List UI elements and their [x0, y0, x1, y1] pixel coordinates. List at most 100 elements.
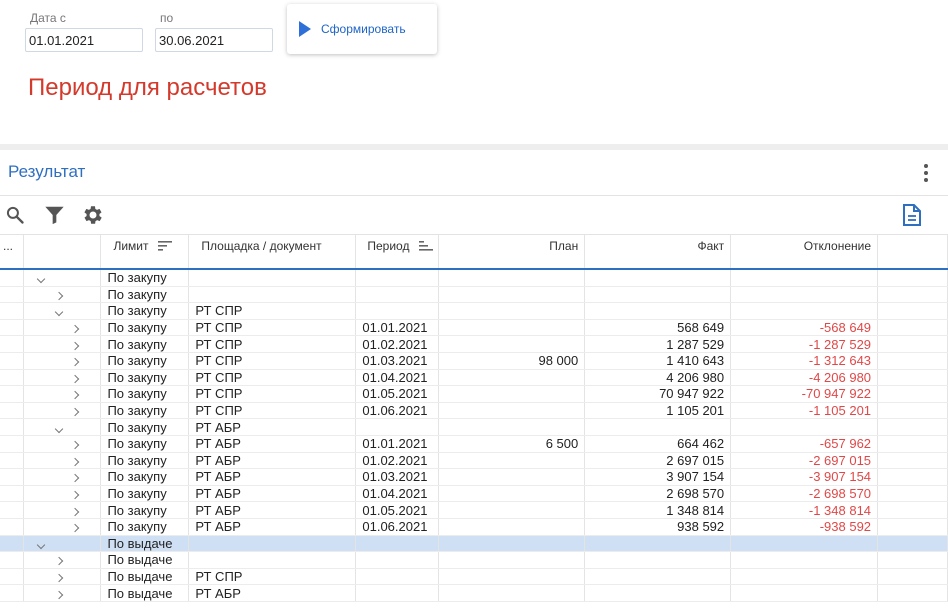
tree-toggle[interactable] [23, 286, 102, 304]
cell-plan [438, 286, 586, 304]
table-row[interactable]: По закупу РТ АБР 01.02.2021 2 697 015 -2 697… [0, 452, 948, 470]
tree-toggle[interactable] [23, 352, 102, 370]
table-row[interactable]: По закупу РТ СПР [0, 302, 948, 320]
cell-site [188, 269, 357, 287]
header-tree [23, 235, 102, 256]
more-vertical-icon[interactable] [922, 162, 930, 184]
filter-row [0, 256, 948, 270]
tree-toggle[interactable] [23, 501, 102, 519]
filter-icon[interactable] [43, 204, 66, 226]
tree-toggle[interactable] [23, 369, 102, 387]
header-deviation[interactable]: Отклонение [730, 235, 879, 256]
row-selector [0, 535, 25, 553]
tree-toggle[interactable] [23, 518, 102, 536]
tree-toggle[interactable] [23, 584, 102, 602]
table-row[interactable]: По закупу РТ СПР 01.03.2021 98 000 1 410 643… [0, 352, 948, 370]
table-row[interactable]: По выдаче [0, 551, 948, 569]
tree-toggle[interactable] [23, 535, 102, 553]
table-row[interactable]: По закупу РТ СПР 01.06.2021 1 105 201 -1 105… [0, 402, 948, 420]
cell-plan [438, 319, 586, 337]
header-period[interactable]: Период [355, 235, 440, 256]
header-filler [877, 235, 948, 256]
generate-button[interactable]: Сформировать [287, 4, 437, 54]
chevron-right-icon[interactable] [71, 374, 80, 384]
tree-toggle[interactable] [23, 319, 102, 337]
chevron-right-icon[interactable] [71, 407, 80, 417]
chevron-down-icon[interactable] [37, 540, 46, 550]
chevron-right-icon[interactable] [71, 391, 80, 400]
tree-toggle[interactable] [23, 435, 102, 453]
chevron-right-icon[interactable] [71, 507, 80, 516]
gear-icon[interactable] [80, 203, 104, 227]
chevron-right-icon[interactable] [55, 573, 64, 583]
table-row[interactable]: По закупу [0, 286, 948, 304]
cell-period [355, 535, 440, 553]
sort-icon[interactable] [418, 241, 433, 251]
cell-filler [877, 468, 948, 486]
document-icon[interactable] [902, 203, 922, 227]
row-selector [0, 435, 25, 453]
tree-toggle[interactable] [23, 485, 102, 503]
date-from-field[interactable]: 01.01.2021 [25, 28, 143, 52]
chevron-right-icon[interactable] [71, 523, 80, 533]
chevron-right-icon[interactable] [71, 341, 80, 350]
search-icon[interactable] [5, 205, 25, 225]
tree-toggle[interactable] [23, 568, 102, 586]
sort-icon[interactable] [157, 241, 172, 251]
tree-toggle[interactable] [23, 452, 102, 470]
tree-toggle[interactable] [23, 385, 102, 403]
table-row[interactable]: По закупу РТ АБР 01.04.2021 2 698 570 -2 698… [0, 485, 948, 503]
chevron-right-icon[interactable] [55, 590, 64, 599]
header-limit[interactable]: Лимит [100, 235, 190, 256]
chevron-right-icon[interactable] [55, 557, 64, 566]
result-title: Результат [8, 162, 86, 181]
table-row[interactable]: По закупу РТ АБР 01.01.2021 6 500 664 462 -65… [0, 435, 948, 453]
header-plan[interactable]: План [438, 235, 586, 256]
tree-toggle[interactable] [23, 402, 102, 420]
row-selector [0, 286, 25, 304]
tree-toggle[interactable] [23, 335, 102, 353]
chevron-right-icon[interactable] [71, 440, 80, 450]
column-menu-button[interactable]: ... [0, 235, 25, 256]
table-row[interactable]: По выдаче РТ АБР [0, 584, 948, 602]
table-row[interactable]: По закупу РТ СПР 01.04.2021 4 206 980 -4 206… [0, 369, 948, 387]
tree-toggle[interactable] [23, 551, 102, 569]
chevron-right-icon[interactable] [71, 324, 80, 334]
cell-limit: По закупу [100, 352, 190, 370]
chevron-right-icon[interactable] [71, 457, 80, 467]
cell-period [355, 584, 440, 602]
tree-toggle[interactable] [23, 302, 102, 320]
cell-fact: 2 698 570 [584, 485, 732, 503]
table-row[interactable]: По закупу РТ СПР 01.05.2021 70 947 922 -70 9… [0, 385, 948, 403]
table-row[interactable]: По закупу РТ АБР [0, 418, 948, 436]
header-site[interactable]: Площадка / документ [188, 235, 357, 256]
table-row[interactable]: По закупу РТ СПР 01.01.2021 568 649 -568 649 [0, 319, 948, 337]
cell-site: РТ СПР [188, 385, 357, 403]
cell-fact: 3 907 154 [584, 468, 732, 486]
table-row[interactable]: По выдаче РТ СПР [0, 568, 948, 586]
chevron-down-icon[interactable] [55, 308, 64, 317]
cell-period: 01.03.2021 [355, 468, 440, 486]
chevron-down-icon[interactable] [55, 424, 64, 433]
table-row[interactable]: По выдаче [0, 535, 948, 553]
table-row[interactable]: По закупу [0, 269, 948, 287]
chevron-right-icon[interactable] [71, 490, 80, 500]
chevron-right-icon[interactable] [71, 474, 80, 483]
cell-deviation: -4 206 980 [730, 369, 879, 387]
tree-toggle[interactable] [23, 468, 102, 486]
cell-filler [877, 369, 948, 387]
cell-deviation: -2 698 570 [730, 485, 879, 503]
tree-toggle[interactable] [23, 418, 102, 436]
table-row[interactable]: По закупу РТ СПР 01.02.2021 1 287 529 -1 287… [0, 335, 948, 353]
chevron-down-icon[interactable] [37, 275, 46, 284]
cell-fact: 568 649 [584, 319, 732, 337]
period-title: Период для расчетов [28, 74, 267, 101]
chevron-right-icon[interactable] [55, 291, 64, 301]
header-fact[interactable]: Факт [584, 235, 732, 256]
date-to-field[interactable]: 30.06.2021 [155, 28, 273, 52]
table-row[interactable]: По закупу РТ АБР 01.03.2021 3 907 154 -3 907… [0, 468, 948, 486]
table-row[interactable]: По закупу РТ АБР 01.06.2021 938 592 -938 592 [0, 518, 948, 536]
chevron-right-icon[interactable] [71, 358, 80, 367]
table-row[interactable]: По закупу РТ АБР 01.05.2021 1 348 814 -1 348… [0, 501, 948, 519]
tree-toggle[interactable] [23, 269, 102, 287]
